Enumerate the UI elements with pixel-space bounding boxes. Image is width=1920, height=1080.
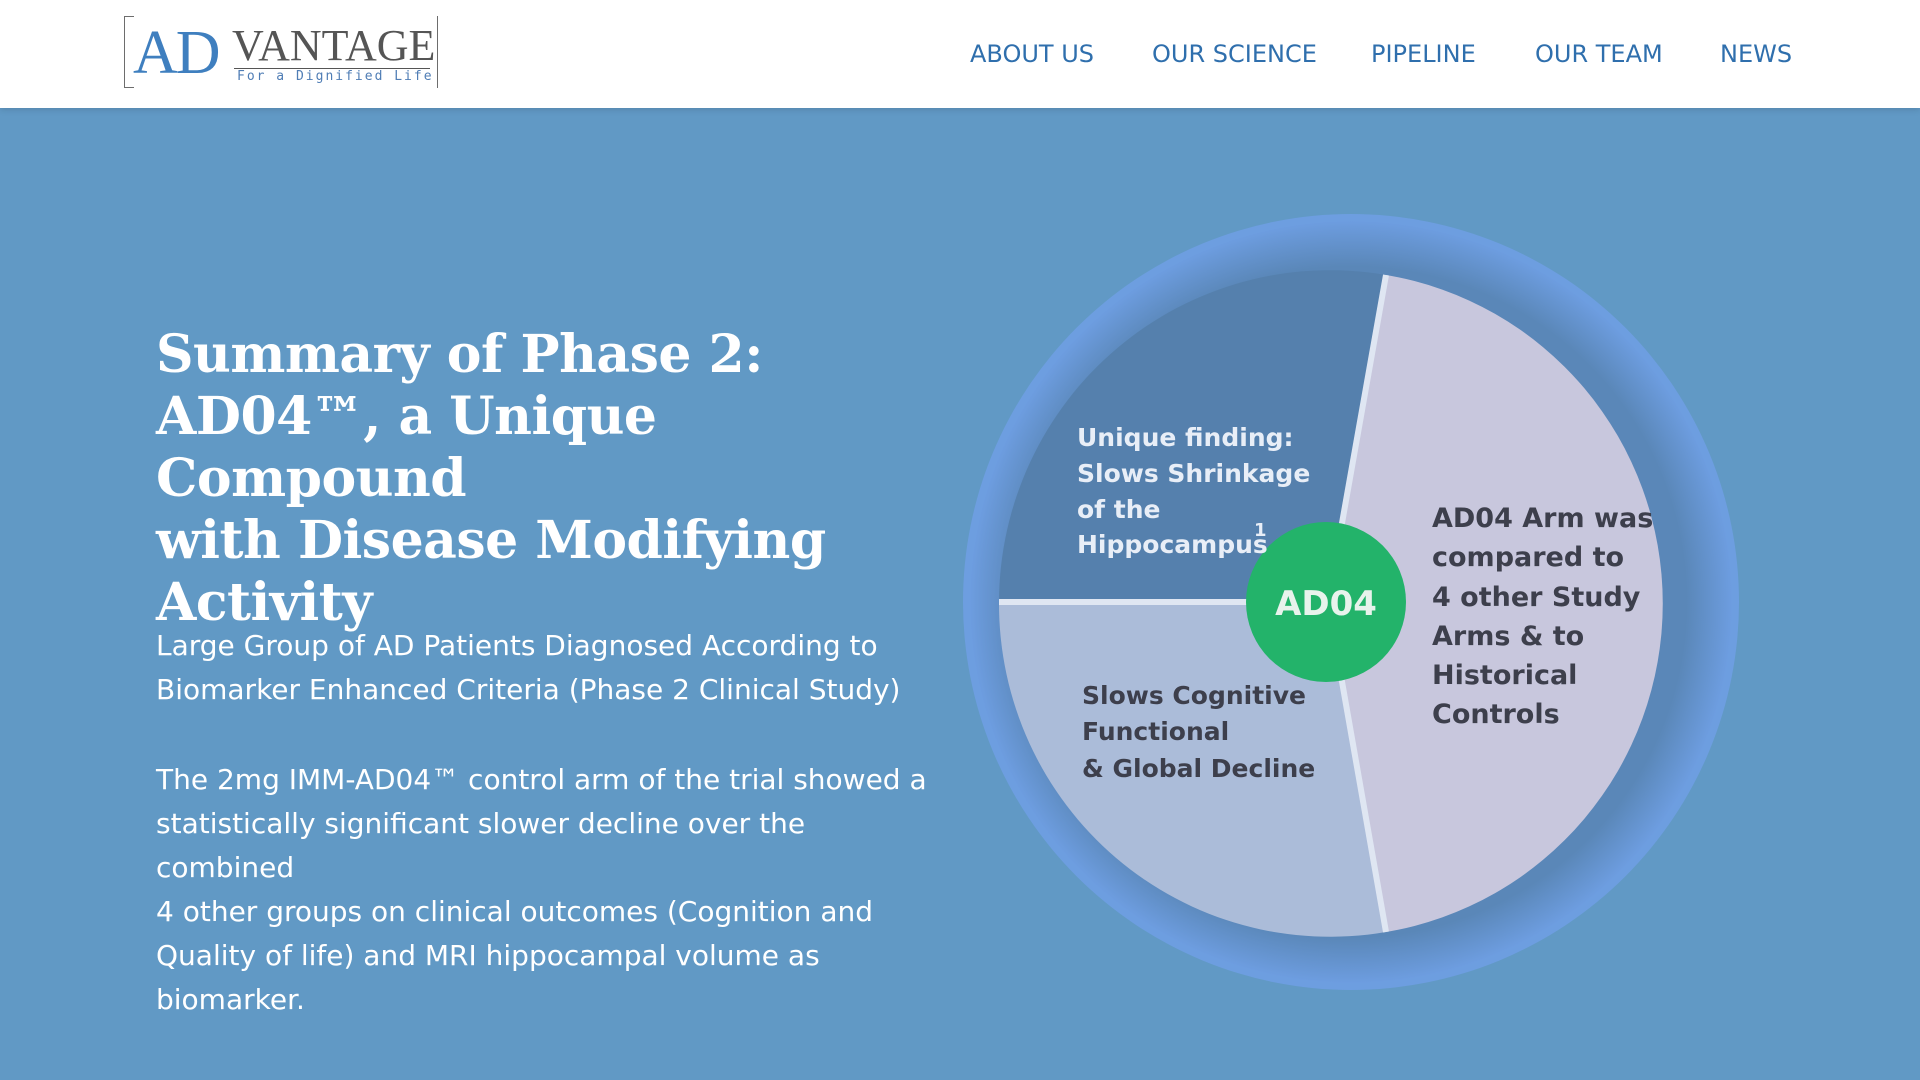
ad04-diagram-svg: AD04 Unique finding: Slows Shrinkage of … — [963, 214, 1739, 990]
nav-pipeline[interactable]: PIPELINE — [1371, 36, 1476, 72]
description-line: The 2mg IMM-AD04™ control arm of the tri… — [156, 763, 927, 796]
page-title-line: Summary of Phase 2: — [156, 324, 763, 385]
segment-text-line: Controls — [1432, 699, 1560, 730]
ad04-center-label: AD04 — [1275, 584, 1377, 624]
study-subtitle: Large Group of AD Patients Diagnosed Acc… — [156, 624, 936, 712]
segment-text-line: Slows Shrinkage — [1077, 459, 1310, 488]
segment-text-line: Functional — [1082, 717, 1229, 746]
segment-text-line: Unique finding: — [1077, 423, 1294, 452]
nav-news[interactable]: NEWS — [1720, 36, 1792, 72]
segment-text-line: Arms & to — [1432, 621, 1584, 652]
ad04-summary-diagram: AD04 Unique finding: Slows Shrinkage of … — [956, 214, 1746, 990]
segment-text-line: 4 other Study — [1432, 582, 1641, 613]
segment-text-line: Hippocampus — [1077, 530, 1268, 559]
subtitle-line: Large Group of AD Patients Diagnosed Acc… — [156, 629, 878, 662]
nav-our-science[interactable]: OUR SCIENCE — [1152, 36, 1317, 72]
subtitle-line: Biomarker Enhanced Criteria (Phase 2 Cli… — [156, 673, 901, 706]
logo-ad-text: AD — [133, 19, 221, 87]
description-line: 4 other groups on clinical outcomes (Cog… — [156, 895, 873, 928]
page-title: Summary of Phase 2: AD04™, a Unique Comp… — [156, 324, 956, 634]
segment-text-line: & Global Decline — [1082, 754, 1315, 783]
description-line: biomarker. — [156, 983, 305, 1016]
logo-tagline: For a Dignified Life — [237, 69, 434, 84]
page-title-line: with Disease Modifying — [156, 510, 826, 571]
segment-text-line: Slows Cognitive — [1082, 681, 1306, 710]
logo-vantage-text: VANTAGE — [232, 21, 436, 70]
segment-text-line: Historical — [1432, 660, 1577, 691]
description-line: statistically significant slower decline… — [156, 807, 806, 884]
nav-our-team[interactable]: OUR TEAM — [1535, 36, 1663, 72]
description-line: Quality of life) and MRI hippocampal vol… — [156, 939, 820, 972]
page-title-line: AD04™, a Unique Compound — [156, 386, 657, 509]
segment-text-line: AD04 Arm was — [1432, 503, 1653, 534]
nav-about-us[interactable]: ABOUT US — [970, 36, 1094, 72]
advantage-logo[interactable]: AD VANTAGE For a Dignified Life — [124, 16, 438, 88]
segment-text-line: of the — [1077, 495, 1160, 524]
study-description: The 2mg IMM-AD04™ control arm of the tri… — [156, 758, 946, 1022]
segment-text-line: compared to — [1432, 542, 1624, 573]
footnote-superscript: 1 — [1254, 520, 1267, 541]
site-header: AD VANTAGE For a Dignified Life ABOUT US… — [0, 0, 1920, 108]
